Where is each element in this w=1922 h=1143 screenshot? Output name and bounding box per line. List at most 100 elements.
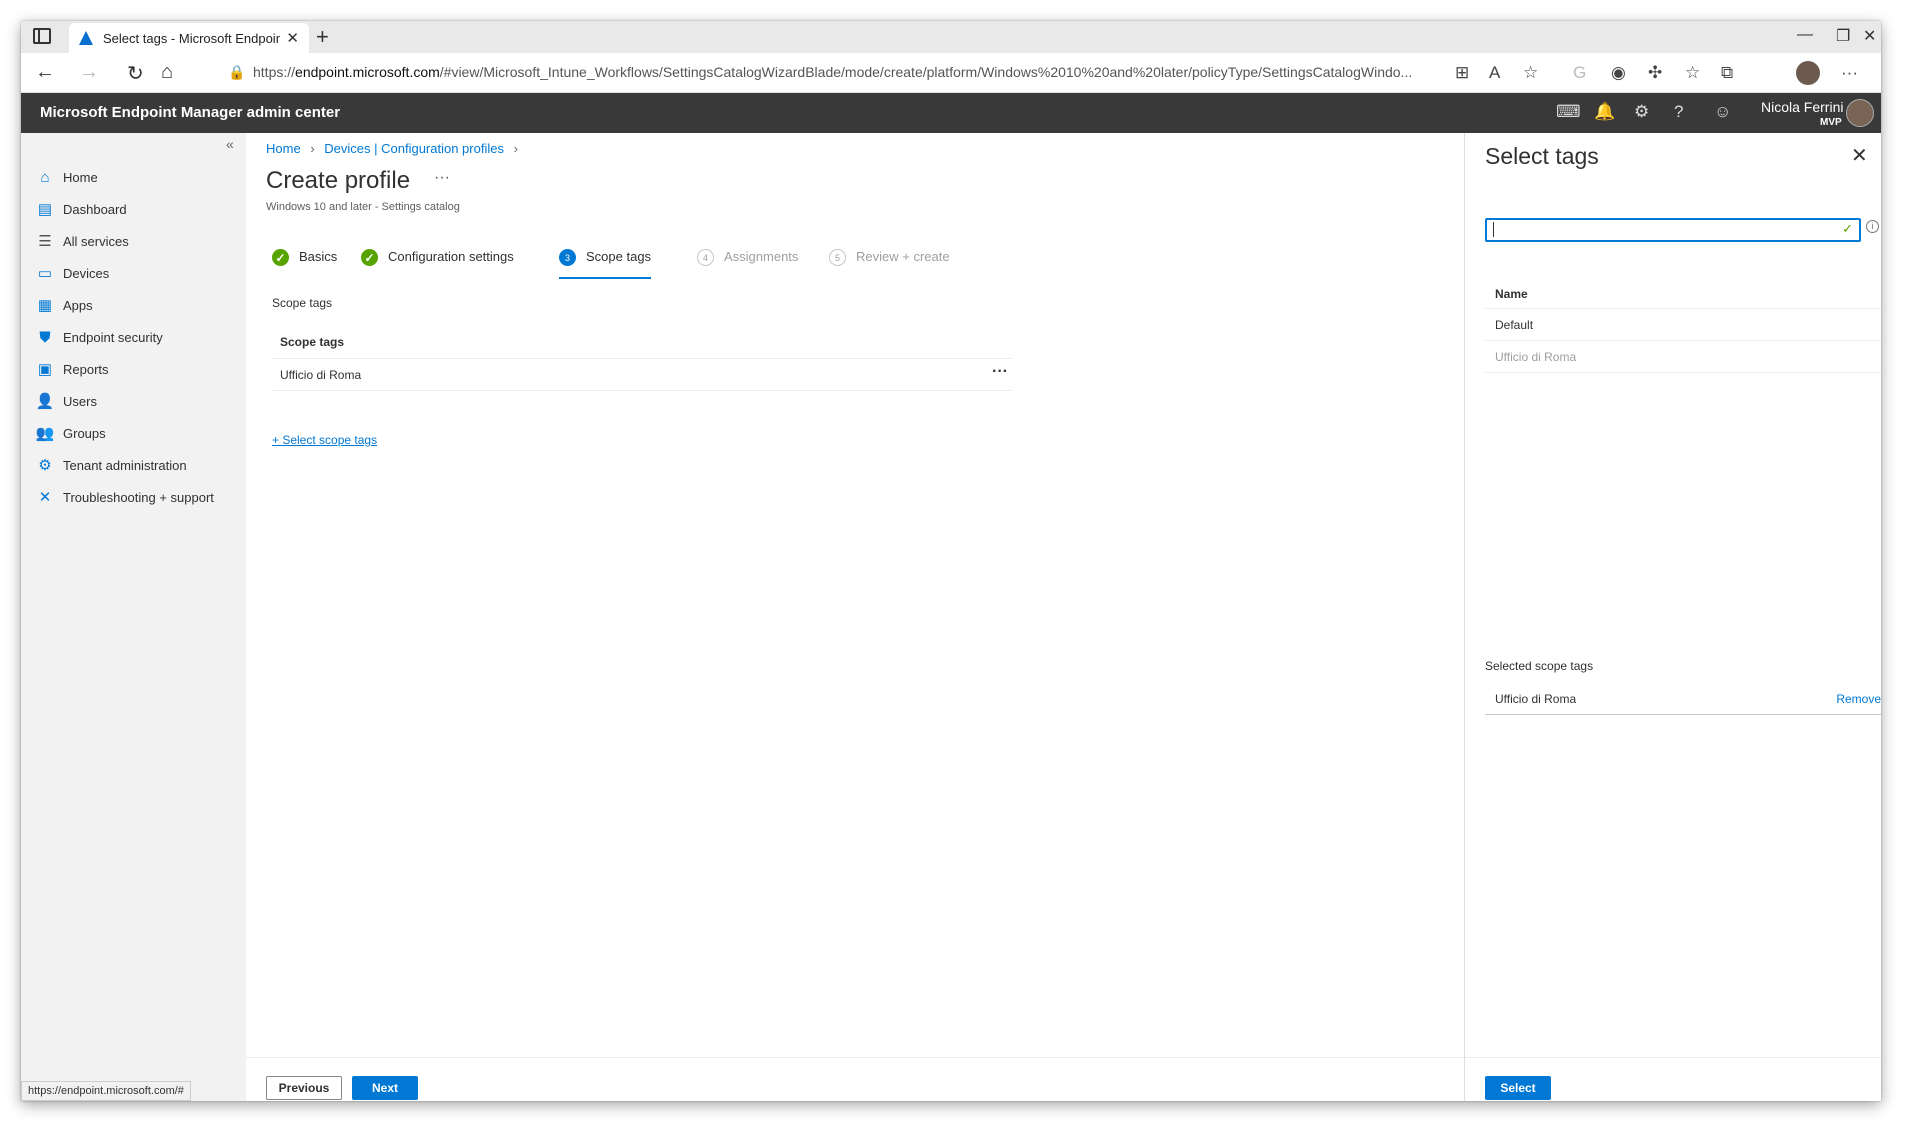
step-number: 4 [697,249,714,266]
sidebar-item-home[interactable]: ⌂ Home [35,163,97,191]
sidebar-item-label: Devices [63,265,110,281]
step-review-create[interactable]: 5 Review + create [829,249,950,279]
breadcrumb-home[interactable]: Home [266,141,301,156]
selected-tag-name: Ufficio di Roma [1495,692,1577,706]
step-scope-tags[interactable]: 3 Scope tags [559,249,652,279]
step-basics[interactable]: ✓ Basics [272,249,337,279]
extensions-icon[interactable]: ✣ [1648,63,1662,83]
sidebar-item-all-services[interactable]: ☰ All services [35,227,129,255]
select-button[interactable]: Select [1485,1076,1551,1100]
close-icon[interactable]: ✕ [1851,143,1868,168]
more-options-icon[interactable]: ··· [434,169,450,187]
previous-button[interactable]: Previous [266,1076,342,1100]
sidebar-item-label: All services [63,233,129,249]
user-avatar[interactable] [1846,99,1874,127]
home-icon: ⌂ [40,168,50,186]
portal-title[interactable]: Microsoft Endpoint Manager admin center [40,104,340,121]
profile-avatar[interactable] [1796,61,1820,85]
table-header: Scope tags [272,325,1012,359]
devices-icon: ▭ [37,265,53,282]
collapse-sidebar-icon[interactable]: « [226,136,234,152]
url-host: endpoint.microsoft.com [295,64,440,80]
step-number: 5 [829,249,846,266]
sidebar-item-label: Users [63,393,97,409]
selected-scope-tags-label: Selected scope tags [1485,659,1594,673]
main-content: Home › Devices | Configuration profiles … [246,133,1464,1101]
step-label: Scope tags [586,249,652,264]
google-extension-icon[interactable]: G [1573,63,1586,83]
shield-icon: ⛊ [39,328,51,346]
sidebar-item-label: Tenant administration [63,457,187,473]
add-favorite-icon[interactable]: ☆ [1523,63,1538,83]
info-icon[interactable]: i [1866,220,1879,233]
sidebar-item-apps[interactable]: ▦ Apps [35,291,93,319]
settings-gear-icon[interactable]: ⚙ [1634,102,1649,122]
help-icon[interactable]: ? [1674,102,1683,122]
sidebar-item-label: Groups [63,425,106,441]
home-browser-icon[interactable]: ⌂ [161,61,173,84]
lock-icon[interactable]: 🔒 [228,64,245,81]
table-row[interactable]: Default [1485,309,1881,341]
breadcrumb: Home › Devices | Configuration profiles … [266,141,524,156]
read-aloud-icon[interactable]: A [1489,63,1500,83]
favorites-icon[interactable]: ☆ [1685,63,1700,83]
breadcrumb-separator-icon: › [513,141,518,156]
step-number: 3 [559,249,576,266]
next-button[interactable]: Next [352,1076,418,1100]
search-input[interactable]: ✓ [1485,218,1861,242]
text-caret [1493,222,1494,237]
notifications-icon[interactable]: 🔔 [1594,102,1615,122]
portal-shortcut-icon[interactable]: ⌨ [1556,102,1581,122]
sidebar-item-label: Troubleshooting + support [63,489,214,505]
feedback-icon[interactable]: ☺ [1714,102,1731,122]
apps-available-icon[interactable]: ⊞ [1455,63,1469,83]
step-label: Assignments [724,249,799,264]
url-field[interactable]: https://endpoint.microsoft.com/#view/Mic… [253,64,1441,80]
settings-more-icon[interactable]: ··· [1841,63,1858,83]
row-more-options-icon[interactable]: ··· [992,363,1008,381]
breadcrumb-configuration-profiles[interactable]: Devices | Configuration profiles [324,141,504,156]
sidebar: « ⌂ Home ▤ Dashboard ☰ All services ▭ De… [21,133,246,1101]
sidebar-item-label: Apps [63,297,93,313]
back-icon[interactable]: ← [35,61,55,84]
status-bar-url: https://endpoint.microsoft.com/# [21,1081,191,1101]
restore-icon[interactable]: ❐ [1836,26,1850,46]
sidebar-item-users[interactable]: 👤 Users [35,387,97,415]
new-tab-icon[interactable]: + [316,24,329,50]
forward-icon[interactable]: → [79,61,99,84]
password-extension-icon[interactable]: ◉ [1611,63,1626,83]
window-close-icon[interactable]: ✕ [1863,26,1876,46]
portal-header: Microsoft Endpoint Manager admin center … [21,93,1881,133]
collections-icon[interactable]: ⧉ [1721,63,1733,83]
step-configuration-settings[interactable]: ✓ Configuration settings [361,249,514,279]
section-label: Scope tags [272,296,333,310]
tab-close-icon[interactable]: ✕ [286,29,299,47]
page-subtitle: Windows 10 and later - Settings catalog [266,201,460,213]
sidebar-item-label: Dashboard [63,201,127,217]
tab-title: Select tags - Microsoft Endpoint [103,30,281,46]
step-assignments[interactable]: 4 Assignments [697,249,798,279]
sidebar-item-reports[interactable]: ▣ Reports [35,355,109,383]
blade-footer: Select [1465,1057,1881,1101]
list-icon: ☰ [38,233,52,250]
sidebar-item-tenant-administration[interactable]: ⚙ Tenant administration [35,451,187,479]
tags-table: Name Default Ufficio di Roma [1485,279,1881,373]
refresh-icon[interactable]: ↻ [127,61,144,86]
sidebar-item-groups[interactable]: 👥 Groups [35,419,106,447]
minimize-icon[interactable]: — [1797,26,1813,44]
browser-tab[interactable]: Select tags - Microsoft Endpoint ✕ [69,23,309,53]
url-path: /#view/Microsoft_Intune_Workflows/Settin… [439,64,1413,80]
tab-actions-icon[interactable] [33,28,51,44]
select-scope-tags-link[interactable]: + Select scope tags [272,433,377,447]
step-complete-check-icon: ✓ [361,249,378,266]
sidebar-item-troubleshooting[interactable]: ✕ Troubleshooting + support [35,483,214,511]
scope-tag-name: Ufficio di Roma [280,368,362,382]
sidebar-item-devices[interactable]: ▭ Devices [35,259,109,287]
breadcrumb-separator-icon: › [310,141,315,156]
remove-link[interactable]: Remove [1836,692,1881,706]
url-prefix: https:// [253,64,296,80]
user-name[interactable]: Nicola Ferrini [1761,99,1843,115]
user-badge: MVP [1820,117,1842,128]
sidebar-item-dashboard[interactable]: ▤ Dashboard [35,195,127,223]
sidebar-item-endpoint-security[interactable]: ⛊ Endpoint security [35,323,162,351]
